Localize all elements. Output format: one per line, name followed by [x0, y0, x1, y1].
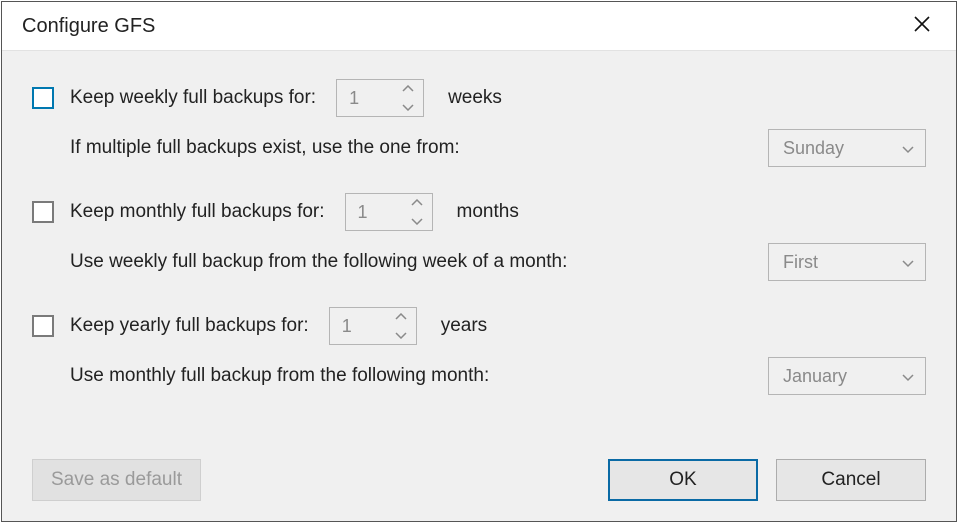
yearly-spinner[interactable]: 1 [329, 307, 417, 345]
yearly-checkbox[interactable] [32, 315, 54, 337]
monthly-week-value: First [783, 252, 901, 273]
monthly-sub-label: Use weekly full backup from the followin… [70, 251, 768, 273]
weekly-checkbox-label: Keep weekly full backups for: [70, 87, 316, 109]
close-icon [913, 13, 931, 39]
weekly-day-select[interactable]: Sunday [768, 129, 926, 167]
yearly-month-select[interactable]: January [768, 357, 926, 395]
weekly-day-value: Sunday [783, 138, 901, 159]
weekly-unit: weeks [448, 87, 502, 109]
weekly-section: Keep weekly full backups for: 1 weeks If… [32, 79, 926, 167]
cancel-button[interactable]: Cancel [776, 459, 926, 501]
chevron-down-icon[interactable] [393, 98, 423, 116]
yearly-unit: years [441, 315, 487, 337]
monthly-unit: months [457, 201, 519, 223]
chevron-up-icon[interactable] [393, 80, 423, 98]
yearly-sub-label: Use monthly full backup from the followi… [70, 365, 768, 387]
ok-button[interactable]: OK [608, 459, 758, 501]
monthly-spinner-value: 1 [346, 194, 402, 230]
weekly-sub-label: If multiple full backups exist, use the … [70, 137, 768, 159]
dialog-body: Keep weekly full backups for: 1 weeks If… [2, 50, 956, 521]
chevron-down-icon[interactable] [402, 212, 432, 230]
chevron-down-icon [901, 138, 915, 159]
monthly-checkbox[interactable] [32, 201, 54, 223]
weekly-spinner-value: 1 [337, 80, 393, 116]
yearly-section: Keep yearly full backups for: 1 years Us… [32, 307, 926, 395]
chevron-down-icon[interactable] [386, 326, 416, 344]
weekly-spinner[interactable]: 1 [336, 79, 424, 117]
yearly-month-value: January [783, 366, 901, 387]
monthly-checkbox-label: Keep monthly full backups for: [70, 201, 325, 223]
dialog-title: Configure GFS [22, 15, 902, 38]
chevron-up-icon[interactable] [386, 308, 416, 326]
monthly-section: Keep monthly full backups for: 1 months … [32, 193, 926, 281]
dialog-configure-gfs: Configure GFS Keep weekly full backups f… [1, 1, 957, 522]
chevron-down-icon [901, 252, 915, 273]
close-button[interactable] [902, 6, 942, 46]
monthly-week-select[interactable]: First [768, 243, 926, 281]
yearly-checkbox-label: Keep yearly full backups for: [70, 315, 309, 337]
weekly-checkbox[interactable] [32, 87, 54, 109]
titlebar: Configure GFS [2, 2, 956, 50]
chevron-down-icon [901, 366, 915, 387]
monthly-spinner[interactable]: 1 [345, 193, 433, 231]
yearly-spinner-value: 1 [330, 308, 386, 344]
chevron-up-icon[interactable] [402, 194, 432, 212]
save-default-button[interactable]: Save as default [32, 459, 201, 501]
dialog-footer: Save as default OK Cancel [32, 459, 926, 501]
